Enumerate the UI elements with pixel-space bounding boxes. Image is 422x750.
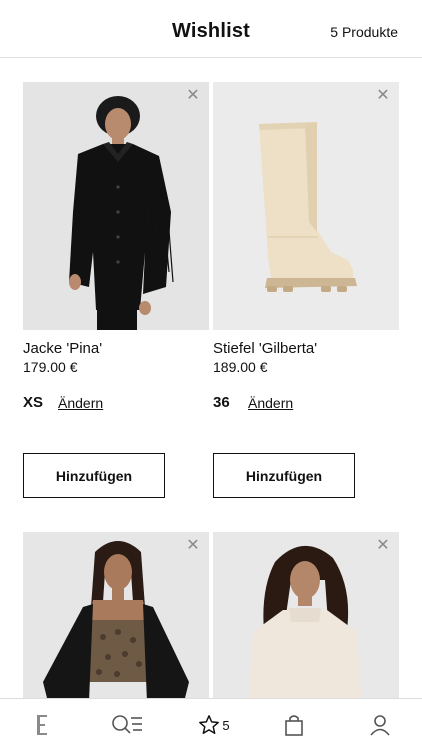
product-card[interactable]: ✕ [23, 532, 209, 698]
nav-account[interactable] [350, 699, 410, 750]
change-size-link[interactable]: Ändern [58, 395, 103, 411]
wishlist-count-badge: 5 [222, 717, 230, 733]
remove-icon[interactable]: ✕ [185, 538, 201, 554]
product-price: 179.00 € [23, 359, 78, 375]
product-card[interactable]: ✕ Jacke 'Pina' 179.00 € XS Ändern Hinzuf… [23, 82, 209, 498]
add-to-cart-button[interactable]: Hinzufügen [23, 453, 165, 498]
product-count: 5 Produkte [330, 24, 398, 40]
product-image[interactable]: ✕ [213, 532, 399, 698]
nav-home[interactable] [12, 699, 72, 750]
shopping-bag-icon [285, 715, 303, 736]
product-name[interactable]: Stiefel 'Gilberta' [213, 340, 317, 357]
boot-photo [213, 82, 399, 330]
product-size: XS [23, 394, 44, 411]
star-icon [199, 715, 220, 734]
edited-logo-icon [37, 715, 47, 735]
product-size: 36 [213, 394, 230, 411]
wishlist-screen: Wishlist 5 Produkte ✕ Jacke 'Pina' 179.0… [0, 0, 422, 750]
remove-icon[interactable]: ✕ [185, 88, 201, 104]
product-name[interactable]: Jacke 'Pina' [23, 340, 102, 357]
product-image[interactable]: ✕ [213, 82, 399, 330]
change-size-link[interactable]: Ändern [248, 395, 293, 411]
product-card[interactable]: ✕ Stiefel 'Gilberta' 189.00 € 36 Ändern … [213, 82, 399, 498]
nav-search[interactable] [97, 699, 157, 750]
product-card[interactable]: ✕ [213, 532, 399, 698]
remove-icon[interactable]: ✕ [375, 88, 391, 104]
product-image[interactable]: ✕ [23, 532, 209, 698]
bottom-navigation: 5 [0, 698, 422, 750]
product-price: 189.00 € [213, 359, 268, 375]
header: Wishlist 5 Produkte [0, 0, 422, 58]
remove-icon[interactable]: ✕ [375, 538, 391, 554]
sweater-photo [213, 532, 399, 698]
leather-jacket-photo [23, 532, 209, 698]
nav-cart[interactable] [264, 699, 324, 750]
product-grid: ✕ Jacke 'Pina' 179.00 € XS Ändern Hinzuf… [0, 58, 422, 698]
user-icon [370, 715, 390, 736]
product-image[interactable]: ✕ [23, 82, 209, 330]
search-categories-icon [112, 715, 142, 734]
nav-wishlist[interactable]: 5 [184, 699, 244, 750]
add-to-cart-button[interactable]: Hinzufügen [213, 453, 355, 498]
jacket-photo [23, 82, 209, 330]
